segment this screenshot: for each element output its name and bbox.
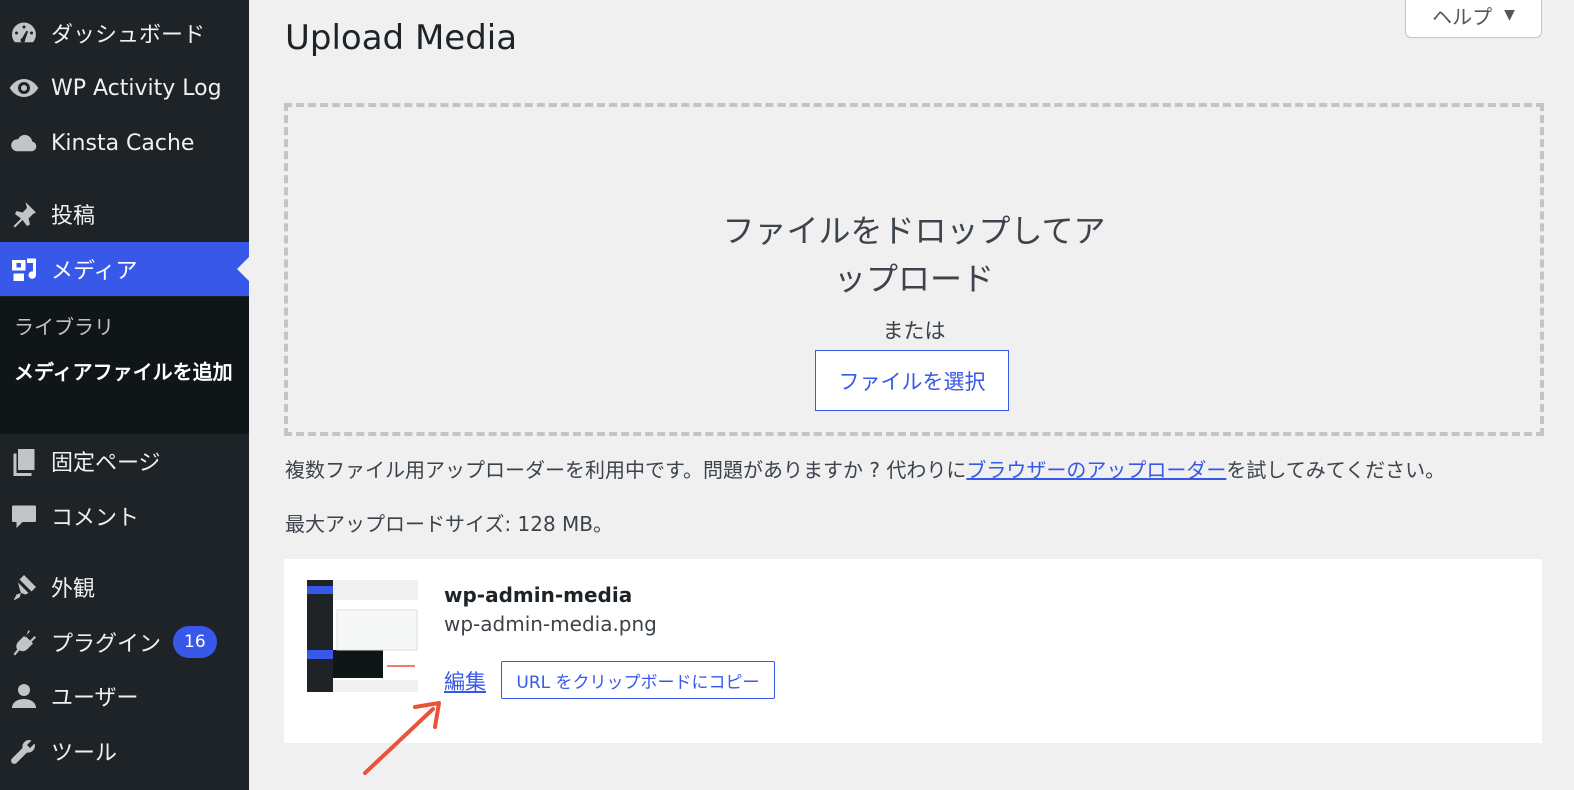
sidebar-item-label: 投稿 xyxy=(51,204,96,229)
edit-media-link[interactable]: 編集 xyxy=(444,666,486,696)
media-item: wp-admin-media wp-admin-media.png 編集 URL… xyxy=(284,559,1542,743)
admin-sidebar: ダッシュボード WP Activity Log Kinsta Cache 投稿 … xyxy=(0,0,249,790)
uploader-note-prefix: 複数ファイル用アップローダーを利用中です。問題がありますか ? 代わりに xyxy=(285,458,967,482)
eye-icon xyxy=(7,71,41,105)
sidebar-item-label: ダッシュボード xyxy=(51,23,206,48)
drop-instructions-text: ファイルをドロップしてアップロード xyxy=(722,212,1106,298)
drop-or-text: または xyxy=(882,319,946,343)
uploader-note: 複数ファイル用アップローダーを利用中です。問題がありますか ? 代わりにブラウザ… xyxy=(285,455,1445,485)
sidebar-item-comments[interactable]: コメント xyxy=(0,489,249,543)
media-filename: wp-admin-media.png xyxy=(444,612,657,636)
cloud-icon xyxy=(7,126,41,160)
max-upload-size: 最大アップロードサイズ: 128 MB。 xyxy=(285,512,614,536)
sidebar-item-media[interactable]: メディア xyxy=(0,242,249,296)
wrench-icon xyxy=(7,734,41,768)
drop-instructions: ファイルをドロップしてアップロード xyxy=(288,207,1540,303)
sidebar-item-label: メディア xyxy=(51,259,138,284)
help-label: ヘルプ xyxy=(1432,4,1493,29)
update-count-badge: 16 xyxy=(173,626,217,658)
sidebar-item-label: WP Activity Log xyxy=(51,75,222,101)
help-tab-button[interactable]: ヘルプ ▼ xyxy=(1405,0,1542,38)
browser-uploader-link[interactable]: ブラウザーのアップローダー xyxy=(966,458,1226,482)
sidebar-item-label: Kinsta Cache xyxy=(51,130,195,156)
media-title: wp-admin-media xyxy=(444,583,633,607)
copy-url-button[interactable]: URL をクリップボードにコピー xyxy=(501,661,775,699)
sidebar-item-kinsta-cache[interactable]: Kinsta Cache xyxy=(0,116,249,170)
sidebar-item-label: ツール xyxy=(51,741,118,766)
sidebar-item-label: 固定ページ xyxy=(51,451,161,476)
page-title: Upload Media xyxy=(285,18,518,58)
user-icon xyxy=(7,679,41,713)
sidebar-item-posts[interactable]: 投稿 xyxy=(0,187,249,241)
submenu-item-add-new[interactable]: メディアファイルを追加 xyxy=(14,358,239,387)
select-files-button[interactable]: ファイルを選択 xyxy=(815,350,1009,411)
sidebar-item-dashboard[interactable]: ダッシュボード xyxy=(0,6,249,60)
sidebar-item-tools[interactable]: ツール xyxy=(0,724,249,778)
media-submenu: ライブラリ メディアファイルを追加 xyxy=(0,297,249,434)
sidebar-item-pages[interactable]: 固定ページ xyxy=(0,434,249,488)
annotation-arrow-icon xyxy=(363,701,441,775)
uploader-note-suffix: を試してみてください。 xyxy=(1226,458,1446,482)
drop-zone[interactable]: ファイルをドロップしてアップロード または ファイルを選択 xyxy=(284,103,1544,436)
sidebar-item-wp-activity-log[interactable]: WP Activity Log xyxy=(0,61,249,115)
submenu-item-library[interactable]: ライブラリ xyxy=(14,313,239,342)
media-thumbnail[interactable] xyxy=(307,580,418,692)
sidebar-item-label: コメント xyxy=(51,506,140,531)
media-icon xyxy=(7,252,41,286)
pages-icon xyxy=(7,444,41,478)
sidebar-item-users[interactable]: ユーザー xyxy=(0,669,249,723)
paintbrush-icon xyxy=(7,570,41,604)
sidebar-item-appearance[interactable]: 外観 xyxy=(0,560,249,614)
comment-icon xyxy=(7,499,41,533)
sidebar-item-plugins[interactable]: プラグイン 16 xyxy=(0,615,249,669)
sidebar-item-label: プラグイン xyxy=(51,632,162,657)
sidebar-item-label: ユーザー xyxy=(51,686,139,711)
dashboard-icon xyxy=(7,16,41,50)
plugin-icon xyxy=(7,625,41,659)
sidebar-item-label: 外観 xyxy=(51,577,96,602)
pushpin-icon xyxy=(7,197,41,231)
caret-down-icon: ▼ xyxy=(1504,7,1515,23)
